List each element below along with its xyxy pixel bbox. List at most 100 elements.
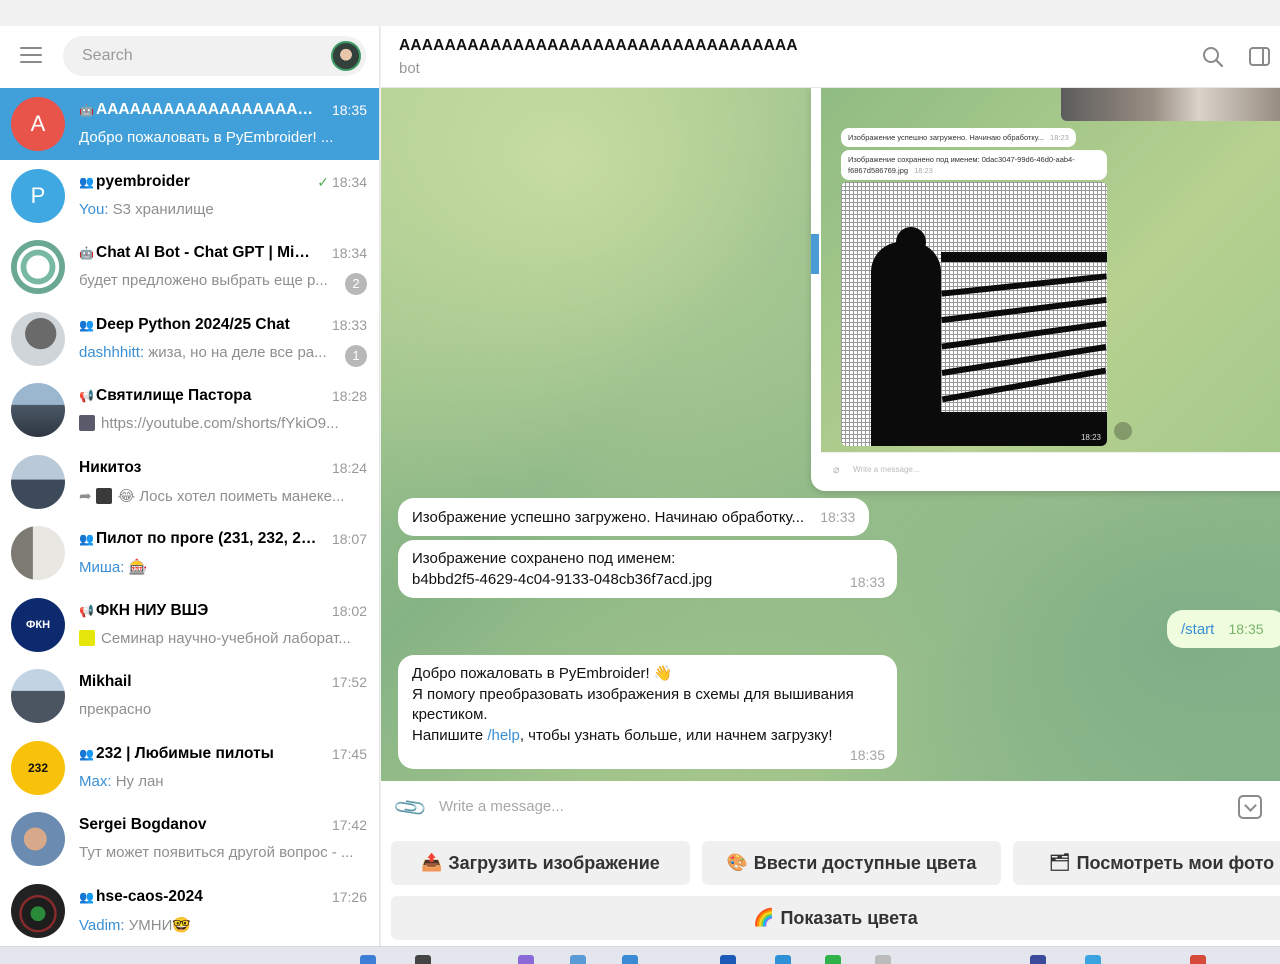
chat-background: Изображение успешно загружено. Начинаю о… [381,88,1280,781]
avatar-letter: A [30,111,46,136]
search-icon[interactable] [1202,46,1224,68]
taskbar-app-icon[interactable] [622,955,638,964]
chat-title: AAAAAAAAAAAAAAAAAAAA... [96,101,319,118]
hamburger-menu-icon[interactable] [20,47,42,65]
message-filename[interactable]: b4bbd2f5-4629-4c04-9133-048cb36f7acd.jpg [412,570,883,591]
avatar [11,383,65,437]
chat-item-pilot-proge[interactable]: 👥 Пилот по проге (231, 232, 235) 18:07 Ми… [0,517,379,589]
chat-item-svyatilishche[interactable]: 📢 Святилище Пастора 18:28 https://youtube… [0,374,379,446]
keyboard-toggle-icon[interactable] [1238,795,1262,819]
chat-title: pyembroider [96,172,190,190]
screenshot-selection-marker [811,234,819,274]
chat-time: 17:42 [331,817,367,833]
screenshot-message-2-text: Изображение сохранено под именем: 0dac30… [848,155,1075,175]
taskbar-app-icon[interactable] [1190,955,1206,964]
view-my-photos-button[interactable]: 🗂 Посмотреть мои фото [1013,841,1280,885]
avatar: A [11,97,65,151]
search-placeholder: Search [82,47,133,64]
taskbar-app-icon[interactable] [415,955,431,964]
chat-time: 17:45 [331,745,367,762]
welcome-line-2: Я помогу преобразовать изображения в схе… [412,685,854,703]
chat-list-header: Search [0,26,379,88]
chat-area: AAAAAAAAAAAAAAAAAAAAAAAAAAAAAAAAAAA bot … [381,26,1280,946]
help-command-link[interactable]: /help [487,727,520,744]
chat-item-aaaa-bot[interactable]: A 🤖 AAAAAAAAAAAAAAAAAAAA... 18:35 Добро п… [0,88,379,160]
avatar [11,526,65,580]
group-icon: 👥 [79,174,94,189]
unread-badge: 2 [345,273,367,295]
screenshot-input-bar: ⌀ Write a message... [821,452,1280,491]
rainbow-icon: 🌈 [753,908,775,927]
message-time: 18:35 [849,746,885,763]
chat-item-deep-python[interactable]: 👥 Deep Python 2024/25 Chat 18:33 dashhhit… [0,303,379,375]
chat-item-mikhail[interactable]: Mikhail 17:52 прекрасно [0,660,379,732]
outgoing-message-bubble[interactable]: /start 18:35 [1167,610,1280,648]
taskbar-app-icon[interactable] [775,955,791,964]
screenshot-message-2-time: 18:23 [914,166,933,175]
chat-preview: УМНИ🤓 [128,916,192,934]
screenshot-photo-strip [1061,88,1280,121]
palette-icon: 🎨 [726,853,748,872]
chat-item-chat-ai-bot[interactable]: 🤖 Chat AI Bot - Chat GPT | Midjo... 18:34… [0,231,379,303]
chat-time: 18:28 [331,388,367,404]
chat-title: 232 | Любимые пилоты [96,744,274,762]
sidebar-toggle-icon[interactable] [1249,47,1270,66]
chat-time: 18:34 [331,245,367,261]
chat-header-subtitle: bot [399,60,420,77]
story-avatar[interactable] [331,41,361,71]
read-check-icon: ✓ [317,173,329,190]
taskbar-app-icon[interactable] [875,955,891,964]
screenshot-message-1-time: 18:23 [1050,133,1069,142]
bot-icon: 🤖 [79,246,94,260]
taskbar-app-icon[interactable] [1030,955,1046,964]
chat-title: Sergei Bogdanov [79,816,207,833]
upload-image-button[interactable]: 📤 Загрузить изображение [391,841,690,885]
channel-icon: 📢 [79,389,94,403]
message-bubble[interactable]: Изображение успешно загружено. Начинаю о… [398,498,870,536]
taskbar-app-icon[interactable] [360,955,376,964]
avatar-letter: P [30,182,46,208]
chat-preview: Добро пожаловать в PyEmbroider! ... [79,129,334,146]
message-input-bar: 📎 Write a message... [381,781,1280,831]
chat-time: 17:26 [331,888,367,905]
taskbar-app-icon[interactable] [825,955,841,964]
chat-item-hse-caos[interactable]: 👥 hse-caos-2024 17:26 Vadim: УМНИ🤓 [0,875,379,947]
screenshot-image[interactable]: Изображение успешно загружено. Начинаю о… [811,88,1280,491]
avatar [11,454,65,509]
paperclip-icon[interactable]: 📎 [392,789,430,827]
start-command-link[interactable]: /start [1181,621,1214,638]
chat-preview: прекрасно [79,701,152,718]
taskbar-app-icon[interactable] [1085,955,1101,964]
chat-item-sergei-bogdanov[interactable]: Sergei Bogdanov 17:42 Тут может появитьс… [0,803,379,875]
taskbar-app-icon[interactable] [570,955,586,964]
avatar [11,812,65,866]
chat-sender: You: [79,200,109,218]
chat-title: Святилище Пастора [96,387,252,404]
chat-header: AAAAAAAAAAAAAAAAAAAAAAAAAAAAAAAAAAA bot [381,26,1280,88]
message-bubble[interactable]: Изображение сохранено под именем: b4bbd2… [398,540,897,598]
chat-time: 18:34 [331,173,367,190]
taskbar-app-icon[interactable] [518,955,534,964]
chat-header-title[interactable]: AAAAAAAAAAAAAAAAAAAAAAAAAAAAAAAAAAA [399,37,798,55]
taskbar-app-icon[interactable] [720,955,736,964]
screenshot-message-1-text: Изображение успешно загружено. Начинаю о… [848,133,1045,142]
chat-time: 18:24 [331,459,367,476]
cross-stitch-preview: 18:23 [841,182,1107,446]
screenshot-image-time: 18:23 [1080,433,1101,442]
welcome-message-bubble[interactable]: Добро пожаловать в PyEmbroider! 👋 Я помо… [398,655,897,769]
search-input[interactable]: Search [63,36,366,76]
message-input[interactable]: Write a message... [439,798,564,815]
chat-item-nikitoz[interactable]: Никитоз 18:24 ➦ 😂 Лось хотел поиметь мане… [0,446,379,518]
chat-time: 18:02 [331,602,367,619]
chat-item-fkn-hse[interactable]: ФКН 📢 ФКН НИУ ВШЭ 18:02 Семинар научно-уч… [0,589,379,661]
unread-badge: 1 [345,344,367,367]
chat-item-pyembroider[interactable]: P 👥 pyembroider ✓ 18:34 You: S3 хранилище [0,160,379,232]
chat-sender: Vadim: [79,916,125,934]
upload-image-label: Загрузить изображение [448,852,660,873]
show-colors-button[interactable]: 🌈 Показать цвета [391,896,1280,940]
screenshot-message-2: Изображение сохранено под именем: 0dac30… [841,150,1107,180]
chat-time: 18:33 [331,316,367,333]
chat-time: 18:35 [331,102,367,118]
enter-colors-button[interactable]: 🎨 Ввести доступные цвета [702,841,1001,885]
chat-item-232-pilots[interactable]: 232 👥 232 | Любимые пилоты 17:45 Max: Ну … [0,732,379,804]
